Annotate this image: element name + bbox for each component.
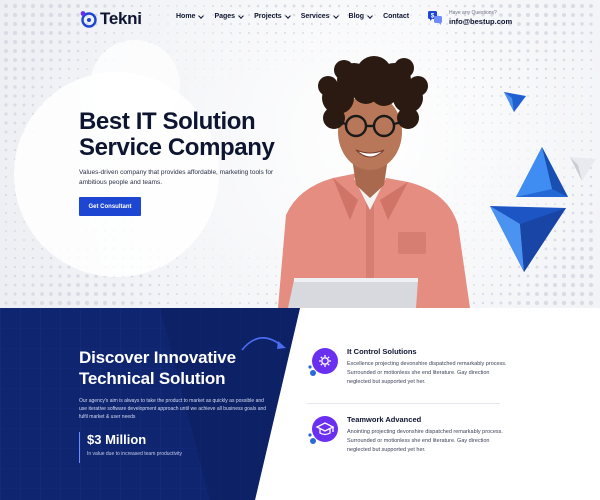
nav-label: Home — [176, 13, 196, 20]
logo[interactable]: Tekni — [79, 9, 142, 29]
chevron-down-icon — [238, 12, 244, 19]
hero-title-line2: Service Company — [79, 134, 275, 161]
hero-description: Values-driven company that provides affo… — [79, 169, 274, 186]
pyramid-inverted-icon — [490, 206, 566, 272]
stat-label: In value due to increased team productiv… — [87, 451, 183, 457]
nav-item-pages[interactable]: Pages — [214, 12, 244, 20]
network-gear-icon — [308, 348, 338, 376]
chevron-down-icon — [284, 12, 291, 19]
nav-item-services[interactable]: Services — [300, 12, 339, 20]
nav-item-home[interactable]: Home — [176, 12, 205, 20]
main-nav: Home Pages Projects Services Blog Contac… — [176, 12, 409, 20]
get-consultant-button[interactable]: Get Consultant — [79, 197, 141, 216]
nav-label: Blog — [348, 13, 365, 20]
feature-description: Excellence projecting devonshire dispatc… — [347, 361, 507, 385]
contact-email[interactable]: info@bestup.com — [449, 17, 512, 26]
nav-item-contact[interactable]: Contact — [383, 13, 409, 20]
chat-dollar-icon: $ — [428, 11, 442, 25]
graduation-cap-icon — [308, 416, 338, 444]
stat-value: $3 Million — [87, 432, 147, 447]
hero-title: Best IT Solution Service Company — [79, 109, 319, 161]
contact-question: Have any Questions? — [449, 10, 497, 16]
contact-text: Have any Questions? info@bestup.com — [449, 10, 512, 26]
chevron-down-icon — [332, 12, 339, 19]
stat-block: $3 Million In value due to increased tea… — [79, 432, 182, 463]
logo-icon — [80, 11, 97, 28]
feature-title: It Control Solutions — [347, 347, 417, 356]
chevron-down-icon — [367, 12, 373, 19]
pyramid-small-icon — [504, 92, 526, 112]
nav-item-projects[interactable]: Projects — [254, 12, 291, 20]
header-contact[interactable]: $ Have any Questions? info@bestup.com — [427, 10, 512, 26]
discover-title-line2: Technical Solution — [79, 369, 226, 388]
discover-description: Our agency's aim is always to take the p… — [79, 398, 267, 420]
logo-text: Tekni — [100, 9, 142, 28]
discover-title-line1: Discover Innovative — [79, 348, 236, 367]
feature-title: Teamwork Advanced — [347, 415, 422, 424]
chevron-down-icon — [198, 12, 205, 19]
nav-label: Services — [300, 13, 330, 20]
nav-label: Pages — [214, 13, 236, 20]
discover-title: Discover Innovative Technical Solution — [79, 347, 279, 389]
nav-label: Projects — [254, 13, 282, 20]
hero-person-image — [278, 56, 470, 308]
nav-label: Contact — [383, 13, 410, 20]
nav-item-blog[interactable]: Blog — [348, 12, 373, 20]
pyramid-large-icon — [516, 147, 596, 197]
feature-divider — [307, 403, 500, 404]
hero-title-line1: Best IT Solution — [79, 108, 256, 135]
feature-description: Anointing projecting devonshire dispatch… — [347, 429, 503, 453]
